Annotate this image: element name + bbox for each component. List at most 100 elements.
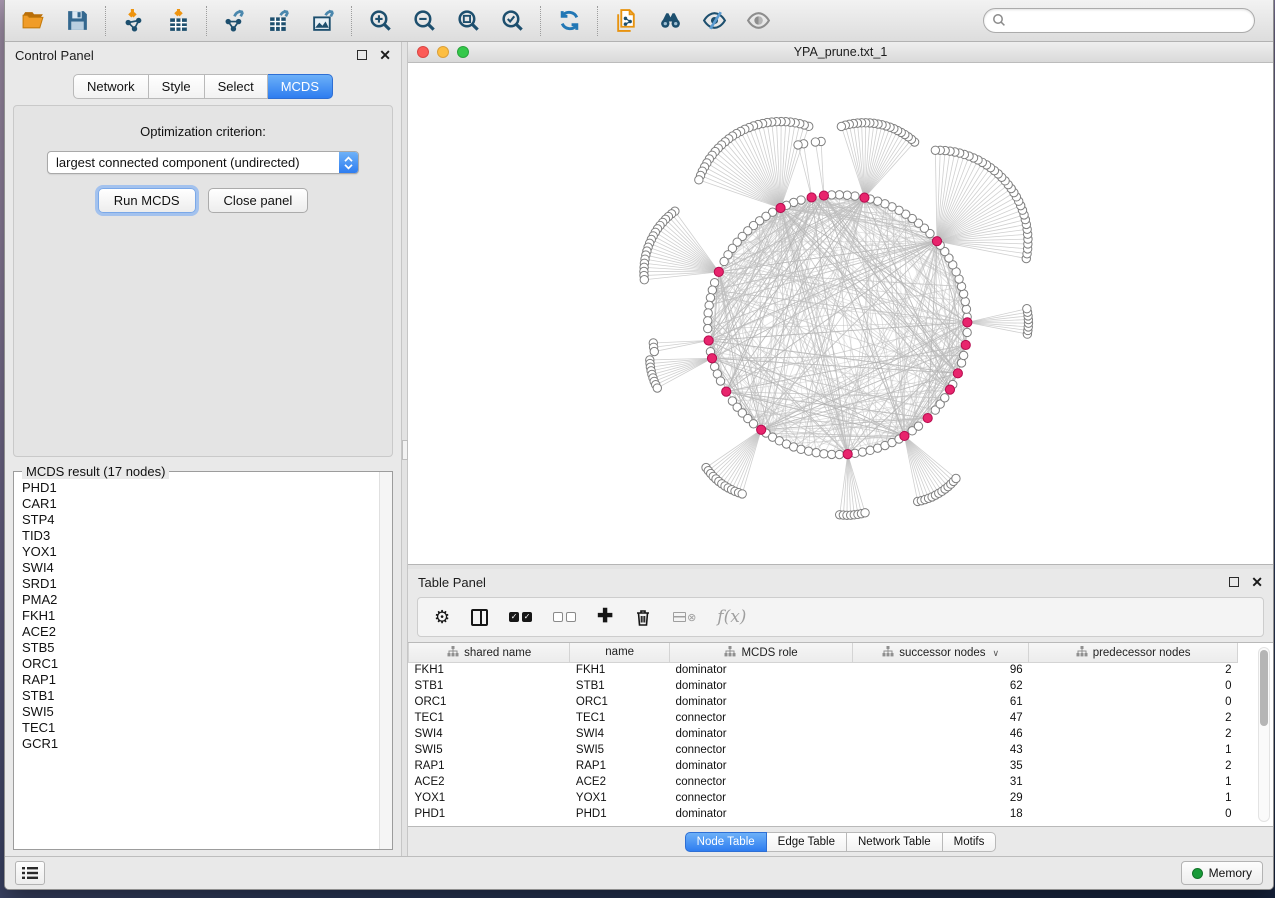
table-tab-edge-table[interactable]: Edge Table <box>767 832 847 852</box>
mcds-result-item[interactable]: ACE2 <box>22 624 379 640</box>
export-table-icon[interactable] <box>265 7 293 35</box>
application-window: Control Panel ✕ NetworkStyleSelectMCDS O… <box>4 0 1274 890</box>
control-panel-title: Control Panel <box>15 48 94 63</box>
mcds-result-item[interactable]: STB5 <box>22 640 379 656</box>
column-header-MCDS-role[interactable]: MCDS role <box>669 643 852 662</box>
mcds-result-item[interactable]: PHD1 <box>22 480 379 496</box>
result-scrollbar[interactable] <box>379 472 392 849</box>
column-header-successor-nodes[interactable]: successor nodes∨ <box>853 643 1029 662</box>
memory-button[interactable]: Memory <box>1181 861 1263 885</box>
open-folder-icon[interactable] <box>19 7 47 35</box>
close-panel-button[interactable]: Close panel <box>208 188 309 213</box>
zoom-in-icon[interactable] <box>366 7 394 35</box>
table-row[interactable]: RAP1RAP1dominator352 <box>409 758 1238 774</box>
memory-status-icon <box>1192 868 1203 879</box>
table-row[interactable]: FKH1FKH1dominator962 <box>409 662 1238 678</box>
refresh-icon[interactable] <box>555 7 583 35</box>
search-field-container <box>983 8 1255 33</box>
column-header-shared-name[interactable]: shared name <box>409 643 570 662</box>
mcds-controls: Optimization criterion: largest connecte… <box>13 105 393 457</box>
search-icon <box>992 13 1006 32</box>
copy-network-icon[interactable] <box>612 7 640 35</box>
control-panel: Control Panel ✕ NetworkStyleSelectMCDS O… <box>5 42 401 856</box>
show-panel-eye-icon[interactable] <box>744 7 772 35</box>
mcds-result-list[interactable]: PHD1CAR1STP4TID3YOX1SWI4SRD1PMA2FKH1ACE2… <box>14 472 379 849</box>
mcds-result-item[interactable]: PMA2 <box>22 592 379 608</box>
export-network-icon[interactable] <box>221 7 249 35</box>
mcds-result-title: MCDS result (17 nodes) <box>22 464 169 479</box>
zoom-fit-icon[interactable] <box>454 7 482 35</box>
unselect-all-columns-icon[interactable] <box>553 612 576 622</box>
mcds-result-item[interactable]: GCR1 <box>22 736 379 752</box>
import-table-icon[interactable] <box>164 7 192 35</box>
table-tab-motifs[interactable]: Motifs <box>943 832 997 852</box>
mcds-result-item[interactable]: FKH1 <box>22 608 379 624</box>
mcds-result-item[interactable]: SWI4 <box>22 560 379 576</box>
table-row[interactable]: PHD1PHD1dominator180 <box>409 806 1238 822</box>
mcds-result-item[interactable]: TID3 <box>22 528 379 544</box>
select-all-columns-icon[interactable]: ✓✓ <box>509 612 532 622</box>
mcds-result-item[interactable]: TEC1 <box>22 720 379 736</box>
mcds-result-item[interactable]: CAR1 <box>22 496 379 512</box>
control-tab-mcds[interactable]: MCDS <box>268 74 333 99</box>
optimization-criterion-label: Optimization criterion: <box>14 124 392 139</box>
mcds-result-item[interactable]: STB1 <box>22 688 379 704</box>
network-canvas[interactable] <box>408 63 1273 564</box>
column-header-name[interactable]: name <box>570 643 670 662</box>
mcds-result-item[interactable]: YOX1 <box>22 544 379 560</box>
function-builder-icon: f(x) <box>717 607 746 627</box>
control-tab-select[interactable]: Select <box>205 74 268 99</box>
save-icon[interactable] <box>63 7 91 35</box>
column-layout-icon[interactable] <box>471 609 488 626</box>
mcds-result-item[interactable]: SWI5 <box>22 704 379 720</box>
close-table-panel-icon[interactable]: ✕ <box>1251 577 1263 587</box>
network-title-bar[interactable]: YPA_prune.txt_1 <box>408 42 1273 63</box>
export-image-icon[interactable] <box>309 7 337 35</box>
network-title: YPA_prune.txt_1 <box>408 45 1273 59</box>
mcds-result-item[interactable]: ORC1 <box>22 656 379 672</box>
control-tab-network[interactable]: Network <box>73 74 149 99</box>
table-toolbar: ⚙ ✓✓ ✚ ⊗ f(x) <box>417 597 1264 637</box>
dropdown-stepper-icon <box>339 152 358 173</box>
table-panel: Table Panel ✕ ⚙ ✓✓ ✚ ⊗ f(x) <box>408 565 1273 856</box>
criterion-value: largest connected component (undirected) <box>48 152 339 173</box>
table-row[interactable]: TEC1TEC1connector472 <box>409 710 1238 726</box>
table-tab-node-table[interactable]: Node Table <box>685 832 767 852</box>
mcds-result-group: MCDS result (17 nodes) PHD1CAR1STP4TID3Y… <box>13 471 393 850</box>
control-tab-style[interactable]: Style <box>149 74 205 99</box>
main-toolbar <box>5 0 1273 42</box>
search-input[interactable] <box>983 8 1255 33</box>
mcds-result-item[interactable]: RAP1 <box>22 672 379 688</box>
hide-panel-eye-icon[interactable] <box>700 7 728 35</box>
table-row[interactable]: SWI5SWI5connector431 <box>409 742 1238 758</box>
table-row[interactable]: YOX1YOX1connector291 <box>409 790 1238 806</box>
table-row[interactable]: SWI4SWI4dominator462 <box>409 726 1238 742</box>
table-scrollbar[interactable] <box>1258 647 1270 822</box>
column-header-predecessor-nodes[interactable]: predecessor nodes <box>1029 643 1238 662</box>
float-window-icon[interactable] <box>357 50 367 60</box>
task-history-icon[interactable] <box>15 861 45 885</box>
network-window: YPA_prune.txt_1 <box>408 42 1273 565</box>
table-row[interactable]: ACE2ACE2connector311 <box>409 774 1238 790</box>
zoom-selected-icon[interactable] <box>498 7 526 35</box>
table-row[interactable]: STB1STB1dominator620 <box>409 678 1238 694</box>
run-mcds-button[interactable]: Run MCDS <box>98 188 196 213</box>
table-panel-title: Table Panel <box>418 575 486 590</box>
settings-gear-icon[interactable]: ⚙ <box>434 608 450 626</box>
control-panel-tabs: NetworkStyleSelectMCDS <box>73 74 333 99</box>
float-table-panel-icon[interactable] <box>1229 577 1239 587</box>
vertical-splitter[interactable] <box>401 42 408 856</box>
mcds-result-item[interactable]: STP4 <box>22 512 379 528</box>
table-tab-network-table[interactable]: Network Table <box>847 832 943 852</box>
network-graph <box>408 63 1273 563</box>
mcds-result-item[interactable]: SRD1 <box>22 576 379 592</box>
add-column-icon[interactable]: ✚ <box>597 608 613 626</box>
import-network-icon[interactable] <box>120 7 148 35</box>
table-tabs: Node TableEdge TableNetwork TableMotifs <box>685 832 997 852</box>
zoom-out-icon[interactable] <box>410 7 438 35</box>
delete-column-icon[interactable] <box>634 608 652 627</box>
close-panel-icon[interactable]: ✕ <box>379 50 391 60</box>
search-network-icon[interactable] <box>656 7 684 35</box>
table-row[interactable]: ORC1ORC1dominator610 <box>409 694 1238 710</box>
criterion-dropdown[interactable]: largest connected component (undirected) <box>47 151 359 174</box>
